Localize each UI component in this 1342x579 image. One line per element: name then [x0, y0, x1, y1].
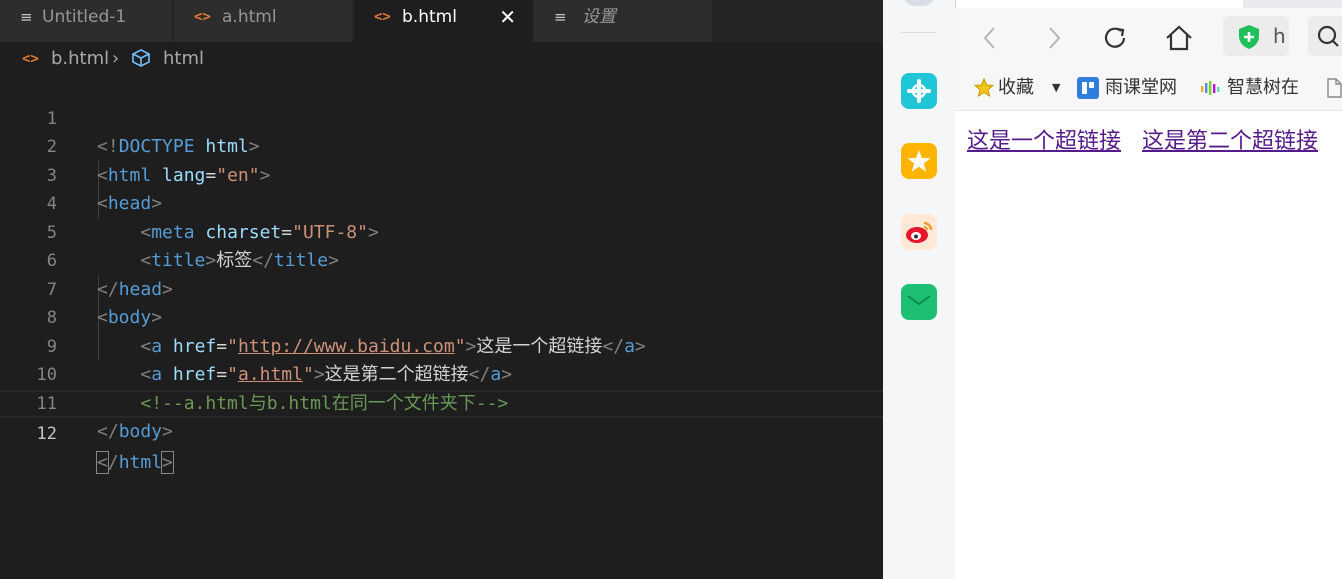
code-line: 2 <html lang="en">: [0, 105, 883, 186]
tab-label: Untitled-1: [42, 7, 127, 27]
breadcrumb-file[interactable]: b.html: [51, 42, 109, 76]
browser-toolbar: h: [955, 8, 1342, 66]
browser-window: h 收藏 ▼ 雨课堂网 智慧树在 这是一个超链接 这是第二个超链接: [883, 0, 1342, 579]
divider: [901, 32, 937, 33]
code-icon: <>: [194, 9, 211, 25]
code-editor: ≡ Untitled-1 <> a.html <> b.html ✕ ≡ 设置 …: [0, 0, 883, 579]
tab-b-html[interactable]: <> b.html ✕: [354, 0, 532, 42]
avatar[interactable]: [903, 0, 935, 6]
code-line: 6 </head>: [0, 219, 883, 300]
star-icon: [973, 77, 995, 99]
code-token: html: [118, 451, 163, 473]
lines-icon: ≡: [554, 8, 567, 26]
chevron-right-icon: ›: [112, 48, 120, 69]
address-text: h: [1273, 24, 1286, 48]
bookmark-favorites[interactable]: 收藏: [998, 66, 1034, 110]
code-line-current: 12 </html>: [0, 389, 883, 474]
cube-icon: [131, 42, 151, 76]
code-line: 7 <body>: [0, 247, 883, 329]
forward-icon[interactable]: [1035, 20, 1071, 56]
back-icon[interactable]: [973, 20, 1009, 56]
code-token: body: [118, 421, 163, 442]
lines-icon: ≡: [20, 8, 33, 26]
browser-tab[interactable]: [955, 0, 1243, 8]
code-icon: <>: [22, 51, 39, 67]
code-line: 5 <title>标签</title>: [0, 190, 883, 272]
code-line: 11 </body>: [0, 361, 883, 443]
code-area[interactable]: 1 <!DOCTYPE html> 2 <html lang="en"> 3 <…: [0, 76, 883, 474]
browser-sidebar: [883, 0, 956, 579]
shield-icon: [1237, 24, 1261, 54]
home-icon[interactable]: [1161, 20, 1197, 56]
search-box[interactable]: [1308, 16, 1342, 56]
tab-label: a.html: [222, 7, 277, 27]
address-bar[interactable]: h: [1223, 16, 1289, 56]
hyperlink-2[interactable]: 这是第二个超链接: [1142, 123, 1318, 155]
mail-icon[interactable]: [901, 284, 937, 320]
tab-settings[interactable]: ≡ 设置: [534, 0, 712, 42]
code-line: 4 <meta charset="UTF-8">: [0, 162, 883, 243]
weibo-icon[interactable]: [901, 214, 937, 250]
code-line: 10 <!--a.html与b.html在同一个文件夹下-->: [0, 333, 883, 414]
breadcrumb-symbol[interactable]: html: [163, 42, 204, 76]
code-line: 1 <!DOCTYPE html>: [0, 76, 883, 158]
bookmark-zhihuishu[interactable]: 智慧树在: [1227, 66, 1299, 110]
bookmark-yuketang[interactable]: 雨课堂网: [1105, 66, 1177, 110]
tab-label: 设置: [582, 7, 616, 27]
browser-page: 这是一个超链接 这是第二个超链接: [955, 111, 1342, 579]
line-number: 12: [36, 424, 57, 444]
code-line: 8 <a href="http://www.baidu.com">这是一个超链接…: [0, 276, 883, 357]
star-icon[interactable]: [901, 143, 937, 179]
chevron-down-icon[interactable]: ▼: [1052, 66, 1060, 110]
bookmarks-bar: 收藏 ▼ 雨课堂网 智慧树在: [955, 66, 1342, 111]
code-line: 9 <a href="a.html">这是第二个超链接</a>: [0, 304, 883, 386]
tab-untitled-1[interactable]: ≡ Untitled-1: [0, 0, 172, 42]
breadcrumb: <> b.html › html: [0, 42, 883, 76]
file-icon[interactable]: [1323, 77, 1342, 99]
code-icon: <>: [374, 9, 391, 25]
close-icon[interactable]: ✕: [499, 0, 516, 34]
zhihuishu-icon: [1199, 77, 1221, 99]
hyperlink-1[interactable]: 这是一个超链接: [967, 123, 1121, 155]
editor-tab-bar: ≡ Untitled-1 <> a.html <> b.html ✕ ≡ 设置: [0, 0, 883, 42]
code-line: 3 <head>: [0, 133, 883, 215]
sidebar-app-icon[interactable]: [901, 73, 937, 109]
reload-icon[interactable]: [1097, 20, 1133, 56]
tab-a-html[interactable]: <> a.html: [174, 0, 352, 42]
yuketang-icon: [1077, 77, 1099, 99]
tab-label: b.html: [402, 7, 457, 27]
